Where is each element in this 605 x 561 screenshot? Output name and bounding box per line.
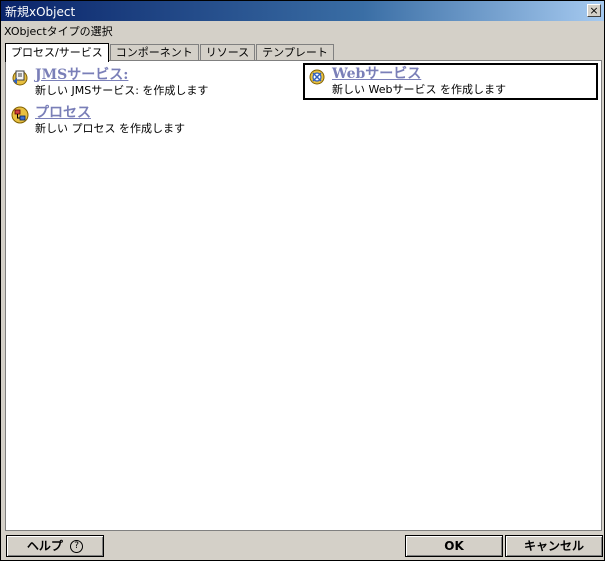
jms-service-desc: 新しい JMSサービス: を作成します [35, 84, 209, 97]
tab-template[interactable]: テンプレート [256, 44, 334, 61]
web-service-item[interactable]: Webサービス 新しい Webサービス を作成します [303, 63, 598, 100]
window-title: 新規xObject [5, 4, 76, 19]
process-icon [11, 106, 29, 124]
close-button[interactable]: × [587, 4, 601, 17]
tab-component[interactable]: コンポーネント [109, 44, 199, 61]
jms-service-icon [12, 70, 28, 86]
web-service-icon [309, 69, 325, 85]
new-xobject-dialog: 新規xObject × XObjectタイプの選択 プロセス/サービス コンポー… [0, 0, 605, 561]
web-service-desc: 新しい Webサービス を作成します [332, 83, 506, 96]
ok-button[interactable]: OK [405, 535, 503, 557]
help-button[interactable]: ヘルプ ? [6, 535, 104, 557]
title-bar[interactable]: 新規xObject × [1, 1, 604, 21]
tab-process-service[interactable]: プロセス/サービス [5, 43, 109, 62]
tab-bar: プロセス/サービス コンポーネント リソース テンプレート [5, 41, 335, 62]
jms-service-item[interactable]: JMSサービス: 新しい JMSサービス: を作成します [10, 67, 208, 98]
dialog-subtitle: XObjectタイプの選択 [4, 25, 113, 38]
web-service-label[interactable]: Webサービス [332, 66, 506, 82]
process-label[interactable]: プロセス [35, 105, 185, 121]
help-icon: ? [70, 540, 84, 553]
jms-service-label[interactable]: JMSサービス: [35, 67, 208, 83]
dialog-footer: ヘルプ ? OK キャンセル [1, 532, 604, 560]
cancel-button[interactable]: キャンセル [505, 535, 603, 557]
tab-resource[interactable]: リソース [199, 44, 256, 61]
xobject-type-list: JMSサービス: 新しい JMSサービス: を作成します Webサービス 新しい… [5, 60, 602, 531]
process-item[interactable]: プロセス 新しい プロセス を作成します [10, 105, 185, 136]
help-button-label: ヘルプ [26, 539, 63, 553]
process-desc: 新しい プロセス を作成します [35, 122, 185, 135]
